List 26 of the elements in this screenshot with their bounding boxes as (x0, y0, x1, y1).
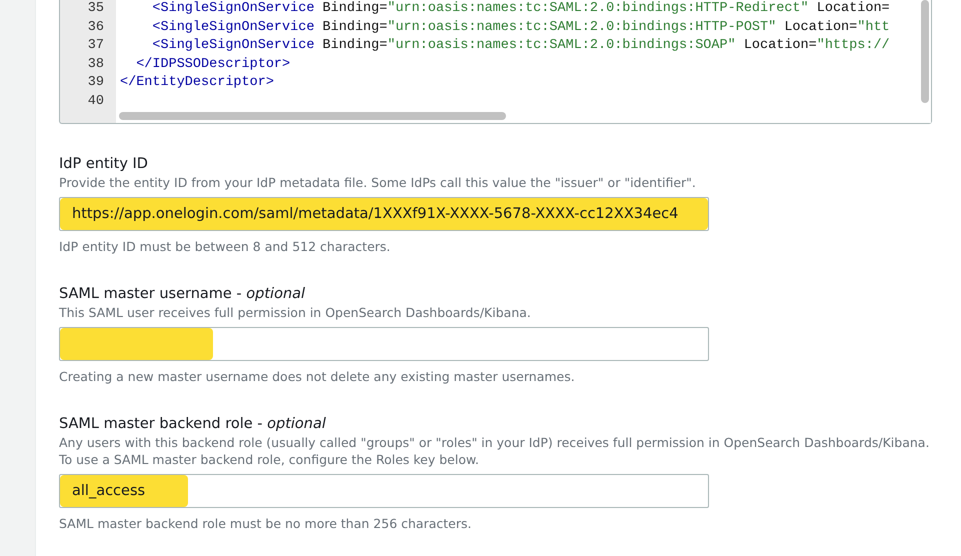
field-description: This SAML user receives full permission in OpenSearch Dashboards/Kibana. (59, 304, 532, 321)
line-number: 40 (86, 92, 105, 111)
code-line: <SingleSignOnService Binding="urn:oasis:names:tc:SAML:2.0:bindings:SOAP" Location="https:// (151, 37, 890, 56)
line-number: 38 (86, 56, 105, 74)
field-description: Any users with this backend role (usually called "groups" or "roles" in your IdP) receives full permission in OpenSearch Dashboards/Kibana. To use a SAML master backend role, configure the Roles key below. (59, 434, 930, 468)
line-number: 36 (86, 18, 105, 37)
text-field[interactable]: https://app.onelogin.com/saml/metadata/1XXXf91X-XXXX-5678-XXXX-cc12XX34ec4 (59, 197, 709, 231)
line-number: 39 (86, 74, 105, 92)
text-field[interactable] (59, 327, 709, 361)
field-hint: Creating a new master username does not delete any existing master usernames. (59, 368, 576, 385)
line-number: 35 (86, 0, 105, 18)
code-editor[interactable] (59, 0, 932, 124)
field-description: Provide the entity ID from your IdP metadata file. Some IdPs call this value the "issuer" or "identifier". (59, 174, 697, 191)
line-number: 37 (86, 37, 105, 56)
scrollbar[interactable] (119, 112, 506, 120)
code-line: </IDPSSODescriptor> (135, 56, 290, 74)
field-hint: IdP entity ID must be between 8 and 512 characters. (59, 238, 392, 255)
field-hint: SAML master backend role must be no more than 256 characters. (59, 515, 472, 532)
code-line: </EntityDescriptor> (120, 74, 274, 92)
field-label: IdP entity ID (59, 155, 149, 174)
text-field[interactable]: all_access (59, 474, 709, 508)
field-label: SAML master username - optional (59, 285, 306, 304)
code-line: <SingleSignOnService Binding="urn:oasis:names:tc:SAML:2.0:bindings:HTTP-Redirect" Location= (151, 0, 890, 18)
scrollbar[interactable] (921, 0, 929, 103)
code-line: <SingleSignOnService Binding="urn:oasis:names:tc:SAML:2.0:bindings:HTTP-POST" Location="htt (151, 18, 890, 37)
field-label: SAML master backend role - optional (59, 415, 327, 434)
